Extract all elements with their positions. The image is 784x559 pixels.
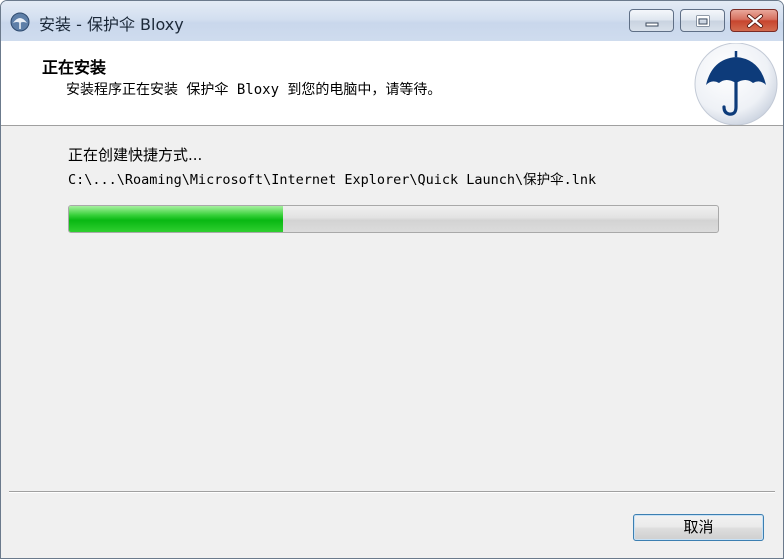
footer-divider (9, 491, 775, 493)
umbrella-icon (694, 43, 778, 125)
status-text: 正在创建快捷方式... (68, 146, 203, 164)
close-button[interactable] (730, 9, 778, 32)
minimize-icon (645, 22, 659, 27)
installer-window: 安装 - 保护伞 Bloxy 正在安装 安装程序正在安装 保护伞 Bloxy 到… (0, 0, 784, 559)
close-icon (747, 14, 763, 28)
window-title: 安装 - 保护伞 Bloxy (39, 15, 184, 34)
title-bar[interactable]: 安装 - 保护伞 Bloxy (1, 1, 783, 41)
page-subtitle: 安装程序正在安装 保护伞 Bloxy 到您的电脑中，请等待。 (66, 82, 442, 98)
cancel-button[interactable]: 取消 (633, 514, 764, 541)
page-header: 正在安装 安装程序正在安装 保护伞 Bloxy 到您的电脑中，请等待。 (1, 41, 783, 126)
maximize-icon (696, 15, 710, 27)
progress-fill (69, 206, 284, 232)
installer-icon[interactable] (9, 11, 31, 33)
current-file-path: C:\...\Roaming\Microsoft\Internet Explor… (68, 172, 597, 188)
minimize-button[interactable] (629, 9, 674, 32)
maximize-button[interactable] (680, 9, 725, 32)
install-progress-bar (68, 205, 719, 233)
page-title: 正在安装 (42, 58, 107, 77)
